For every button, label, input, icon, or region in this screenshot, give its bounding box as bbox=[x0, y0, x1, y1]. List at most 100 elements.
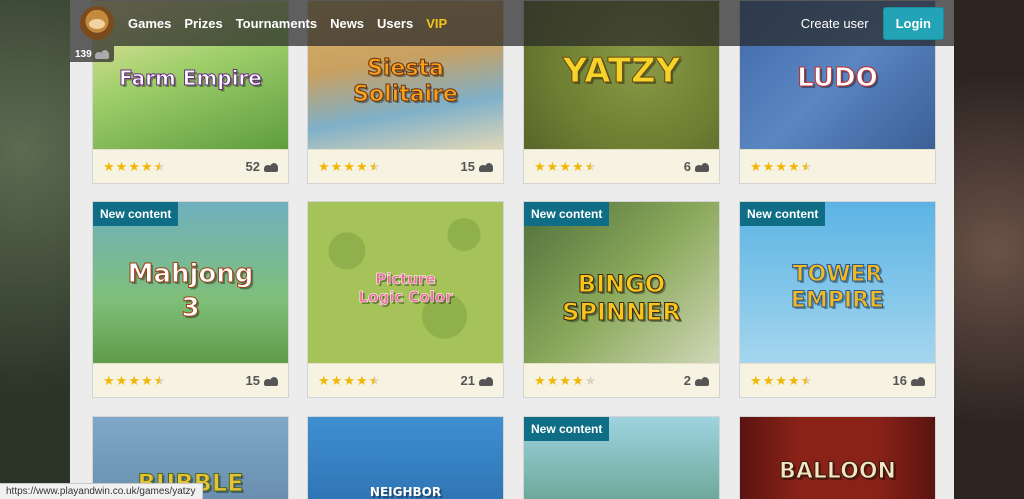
nav-news[interactable]: News bbox=[330, 16, 364, 31]
star-icon: ★ bbox=[343, 373, 355, 388]
nav-right: Create user Login bbox=[801, 6, 944, 40]
new-content-badge: New content bbox=[740, 202, 826, 226]
rating-stars: ★ ★ ★ ★ ★ bbox=[534, 160, 596, 173]
card-footer: ★ ★ ★ ★ ★ 15 bbox=[93, 363, 288, 397]
star-icon: ★ bbox=[559, 159, 571, 174]
star-icon: ★ bbox=[775, 159, 787, 174]
star-icon: ★ bbox=[355, 159, 368, 174]
star-icon: ★ bbox=[128, 373, 140, 388]
star-half-icon: ★ bbox=[153, 159, 166, 174]
star-half-icon: ★ bbox=[368, 373, 381, 388]
card-footer: ★ ★ ★ ★ ★ 52 bbox=[93, 149, 288, 183]
star-icon: ★ bbox=[534, 159, 546, 174]
nav-tournaments[interactable]: Tournaments bbox=[236, 16, 317, 31]
card-footer: ★ ★ ★ ★ ★ 15 bbox=[308, 149, 503, 183]
player-count-value: 52 bbox=[245, 159, 260, 174]
game-thumbnail[interactable]: Picture Logic Color bbox=[308, 202, 503, 365]
star-empty-icon: ★ bbox=[584, 373, 597, 388]
star-half-icon: ★ bbox=[800, 373, 813, 388]
star-half-icon: ★ bbox=[153, 373, 166, 388]
star-icon: ★ bbox=[355, 373, 368, 388]
rating-stars: ★ ★ ★ ★ ★ bbox=[534, 374, 596, 387]
game-thumbnail[interactable]: Bingo Spinner bbox=[524, 202, 719, 365]
top-navigation: Games Prizes Tournaments News Users VIP … bbox=[70, 0, 954, 46]
users-icon bbox=[479, 376, 493, 386]
star-icon: ★ bbox=[330, 373, 343, 388]
card-footer: ★ ★ ★ ★ ★ 6 bbox=[524, 149, 719, 183]
star-icon: ★ bbox=[787, 159, 800, 174]
player-count-value: 21 bbox=[460, 373, 475, 388]
star-half-icon: ★ bbox=[368, 159, 381, 174]
rating-stars: ★ ★ ★ ★ ★ bbox=[318, 160, 380, 173]
card-footer: ★ ★ ★ ★ ★ 16 bbox=[740, 363, 935, 397]
player-count-value: 6 bbox=[683, 159, 691, 174]
game-thumbnail[interactable]: Mahjong 3 bbox=[93, 202, 288, 365]
game-title: Siesta Solitaire bbox=[353, 56, 459, 108]
star-icon: ★ bbox=[330, 159, 343, 174]
star-icon: ★ bbox=[343, 159, 355, 174]
new-content-badge: New content bbox=[93, 202, 179, 226]
nav-vip[interactable]: VIP bbox=[426, 16, 447, 31]
game-thumbnail[interactable]: Neighbor bbox=[308, 417, 503, 499]
nav-prizes[interactable]: Prizes bbox=[184, 16, 222, 31]
star-icon: ★ bbox=[103, 373, 115, 388]
nav-users[interactable]: Users bbox=[377, 16, 413, 31]
star-icon: ★ bbox=[546, 373, 559, 388]
star-icon: ★ bbox=[140, 373, 153, 388]
online-users-badge: 139 bbox=[70, 46, 114, 62]
game-card-mahjong-3[interactable]: New content Mahjong 3 ★ ★ ★ ★ ★ 15 bbox=[92, 201, 289, 398]
game-title: Ludo bbox=[797, 63, 878, 94]
star-icon: ★ bbox=[115, 159, 128, 174]
card-footer: ★ ★ ★ ★ ★ 21 bbox=[308, 363, 503, 397]
new-content-badge: New content bbox=[524, 417, 610, 441]
nav-games[interactable]: Games bbox=[128, 16, 171, 31]
game-title: Mahjong 3 bbox=[127, 259, 254, 324]
star-icon: ★ bbox=[571, 159, 584, 174]
player-count: 15 bbox=[461, 159, 493, 174]
player-count: 6 bbox=[684, 159, 709, 174]
rating-stars: ★ ★ ★ ★ ★ bbox=[750, 160, 812, 173]
game-thumbnail[interactable]: Tower Empire bbox=[740, 202, 935, 365]
player-count-value: 15 bbox=[460, 159, 475, 174]
star-icon: ★ bbox=[750, 373, 762, 388]
game-title: Yatzy bbox=[562, 51, 681, 92]
star-icon: ★ bbox=[140, 159, 153, 174]
card-footer: ★ ★ ★ ★ ★ bbox=[740, 149, 935, 183]
star-icon: ★ bbox=[750, 159, 762, 174]
star-icon: ★ bbox=[534, 373, 546, 388]
users-icon bbox=[695, 376, 709, 386]
player-count-value: 15 bbox=[245, 373, 260, 388]
users-icon bbox=[695, 162, 709, 172]
background-right bbox=[954, 0, 1024, 499]
game-card-bingo-spinner[interactable]: New content Bingo Spinner ★ ★ ★ ★ ★ 2 bbox=[523, 201, 720, 398]
background-left bbox=[0, 0, 70, 499]
rating-stars: ★ ★ ★ ★ ★ bbox=[750, 374, 812, 387]
star-icon: ★ bbox=[318, 373, 330, 388]
rating-stars: ★ ★ ★ ★ ★ bbox=[103, 160, 165, 173]
game-card-picture-logic-color[interactable]: Picture Logic Color ★ ★ ★ ★ ★ 21 bbox=[307, 201, 504, 398]
create-user-link[interactable]: Create user bbox=[801, 16, 869, 31]
rating-stars: ★ ★ ★ ★ ★ bbox=[103, 374, 165, 387]
game-card-neighbor[interactable]: Neighbor bbox=[307, 416, 504, 499]
online-count: 139 bbox=[75, 48, 92, 60]
player-count: 16 bbox=[893, 373, 925, 388]
rating-stars: ★ ★ ★ ★ ★ bbox=[318, 374, 380, 387]
game-title: Bingo Spinner bbox=[562, 270, 682, 327]
star-half-icon: ★ bbox=[800, 159, 813, 174]
star-icon: ★ bbox=[103, 159, 115, 174]
users-icon bbox=[264, 162, 278, 172]
game-card-balloon[interactable]: Balloon bbox=[739, 416, 936, 499]
users-icon bbox=[479, 162, 493, 172]
star-icon: ★ bbox=[318, 159, 330, 174]
game-card-new[interactable]: New content bbox=[523, 416, 720, 499]
game-card-tower-empire[interactable]: New content Tower Empire ★ ★ ★ ★ ★ 16 bbox=[739, 201, 936, 398]
star-icon: ★ bbox=[128, 159, 140, 174]
users-icon bbox=[911, 376, 925, 386]
player-count: 52 bbox=[246, 159, 278, 174]
star-icon: ★ bbox=[787, 373, 800, 388]
game-title: Tower Empire bbox=[790, 262, 885, 314]
login-button[interactable]: Login bbox=[882, 6, 944, 40]
game-thumbnail[interactable]: Balloon bbox=[740, 417, 935, 499]
monkey-logo-icon[interactable] bbox=[80, 6, 114, 40]
player-count: 2 bbox=[684, 373, 709, 388]
